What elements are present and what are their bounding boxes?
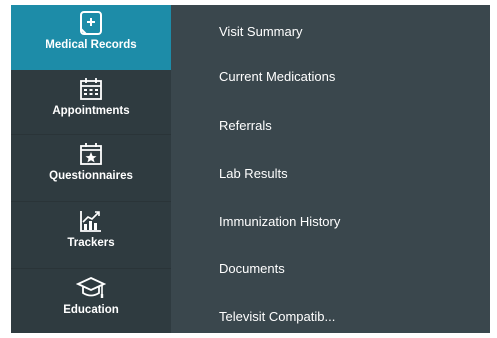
medical-records-icon	[79, 9, 103, 37]
menu-item-immunization-history[interactable]: Immunization History	[219, 214, 340, 229]
sidebar-item-appointments[interactable]: Appointments	[11, 71, 171, 134]
menu-item-televisit-compatibility[interactable]: Televisit Compatib...	[219, 309, 335, 324]
menu-item-referrals[interactable]: Referrals	[219, 118, 272, 133]
menu-item-visit-summary[interactable]: Visit Summary	[219, 24, 303, 39]
sidebar-item-label: Trackers	[67, 237, 115, 249]
divider	[11, 134, 171, 135]
chart-icon	[79, 207, 103, 235]
sidebar-item-label: Education	[63, 304, 119, 316]
sidebar-item-label: Medical Records	[45, 39, 137, 51]
graduation-cap-icon	[76, 274, 106, 302]
sidebar-item-education[interactable]: Education	[11, 270, 171, 333]
submenu-panel: Visit Summary Current Medications Referr…	[171, 5, 490, 333]
menu-item-documents[interactable]: Documents	[219, 261, 285, 276]
menu-item-current-medications[interactable]: Current Medications	[219, 69, 335, 84]
sidebar-item-medical-records[interactable]: Medical Records	[11, 5, 171, 70]
calendar-icon	[79, 75, 103, 103]
divider	[11, 201, 171, 202]
menu-item-lab-results[interactable]: Lab Results	[219, 166, 288, 181]
sidebar-item-questionnaires[interactable]: Questionnaires	[11, 136, 171, 200]
sidebar-item-label: Questionnaires	[49, 170, 133, 182]
sidebar: Medical Records Appointments Questionnai…	[11, 5, 171, 333]
sidebar-item-trackers[interactable]: Trackers	[11, 203, 171, 267]
sidebar-item-label: Appointments	[52, 105, 130, 117]
calendar-star-icon	[79, 140, 103, 168]
navigation-panel: Medical Records Appointments Questionnai…	[11, 5, 490, 333]
divider	[11, 268, 171, 269]
